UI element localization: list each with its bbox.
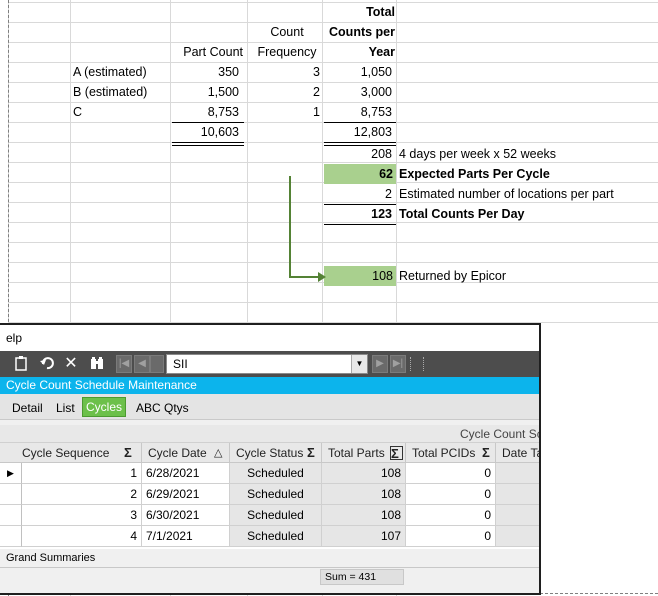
last-record-button[interactable]: ▶| xyxy=(390,355,406,373)
group-band: Cycle Count Sc xyxy=(0,425,541,443)
cell-pcids[interactable]: 0 xyxy=(406,484,496,505)
sigma-icon[interactable]: Σ xyxy=(482,446,494,460)
col-header-total-parts[interactable]: Total Parts Σ xyxy=(322,443,406,463)
menu-bar: elp xyxy=(0,325,539,351)
nav-spacer xyxy=(150,355,164,373)
cell-parts[interactable]: 108 xyxy=(322,505,406,526)
col-header-label: Cycle Date xyxy=(148,446,207,460)
sigma-icon[interactable]: Σ xyxy=(390,446,403,461)
cell-date[interactable]: 6/30/2021 xyxy=(142,505,230,526)
cell-status[interactable]: Scheduled xyxy=(230,526,322,547)
col-header-cycle-date[interactable]: Cycle Date △ xyxy=(142,443,230,463)
col-header-label: Cycle Status xyxy=(236,446,304,460)
table-row[interactable]: 4 7/1/2021 Scheduled 107 0 xyxy=(0,526,539,547)
tab-list[interactable]: List xyxy=(56,399,75,417)
row-selector-icon[interactable]: ▶ xyxy=(0,463,22,484)
row-selector[interactable] xyxy=(0,505,22,526)
cell-parts[interactable]: 108 xyxy=(322,463,406,484)
cell-seq[interactable]: 1 xyxy=(22,463,142,484)
form-title: Cycle Count Schedule Maintenance xyxy=(0,377,539,394)
col-header-label: Date Ta xyxy=(502,446,541,460)
tab-strip: Detail List Cycles ABC Qtys xyxy=(0,394,539,420)
sigma-icon[interactable]: Σ xyxy=(307,446,319,460)
menu-help[interactable]: elp xyxy=(6,331,22,345)
prev-record-button[interactable]: ◀ xyxy=(134,355,150,373)
cell-seq[interactable]: 4 xyxy=(22,526,142,547)
undo-icon[interactable] xyxy=(38,355,56,373)
col-header-label: Total PCIDs xyxy=(412,446,476,460)
clipboard-icon[interactable] xyxy=(12,355,30,373)
table-row[interactable]: 3 6/30/2021 Scheduled 108 0 xyxy=(0,505,539,526)
cell-pcids[interactable]: 0 xyxy=(406,505,496,526)
col-header-label: Total Parts xyxy=(328,446,385,460)
col-header-cycle-sequence[interactable]: Cycle Sequence Σ xyxy=(0,443,142,463)
cell-date[interactable]: 6/29/2021 xyxy=(142,484,230,505)
cell-status[interactable]: Scheduled xyxy=(230,484,322,505)
col-header-date-taken[interactable]: Date Ta xyxy=(496,443,541,463)
col-header-label: Cycle Sequence xyxy=(22,446,110,460)
divider xyxy=(0,567,539,568)
toolbar: ✕ |◀ ◀ SII ▼ ▶ ▶| xyxy=(0,351,539,377)
cell-parts[interactable]: 108 xyxy=(322,484,406,505)
cell-seq[interactable]: 3 xyxy=(22,505,142,526)
sigma-icon[interactable]: Σ xyxy=(124,446,136,460)
cell-date-taken[interactable] xyxy=(496,484,539,505)
delete-icon[interactable]: ✕ xyxy=(62,355,80,373)
cell-date[interactable]: 7/1/2021 xyxy=(142,526,230,547)
next-record-button[interactable]: ▶ xyxy=(372,355,388,373)
tab-abc-qtys[interactable]: ABC Qtys xyxy=(136,399,189,417)
sort-ascending-icon[interactable]: △ xyxy=(214,443,222,462)
binoculars-icon[interactable] xyxy=(88,355,106,373)
row-selector[interactable] xyxy=(0,484,22,505)
table-row[interactable]: ▶ 1 6/28/2021 Scheduled 108 0 xyxy=(0,463,539,484)
cycles-grid: Cycle Count Sc Cycle Sequence Σ Cycle Da… xyxy=(0,425,541,593)
search-combo[interactable]: SII ▼ xyxy=(166,354,368,374)
cell-status[interactable]: Scheduled xyxy=(230,505,322,526)
cell-seq[interactable]: 2 xyxy=(22,484,142,505)
cell-date-taken[interactable] xyxy=(496,505,539,526)
epicor-window: elp ✕ |◀ ◀ SII ▼ ▶ ▶| Cycle Count Schedu… xyxy=(0,323,541,595)
sum-total-parts: Sum = 431 xyxy=(320,569,404,585)
cell-pcids[interactable]: 0 xyxy=(406,526,496,547)
tab-cycles[interactable]: Cycles xyxy=(82,397,127,417)
cell-parts[interactable]: 107 xyxy=(322,526,406,547)
group-band-label: Cycle Count Sc xyxy=(460,427,541,441)
tab-detail[interactable]: Detail xyxy=(12,399,43,417)
first-record-button[interactable]: |◀ xyxy=(116,355,132,373)
search-value: SII xyxy=(173,357,188,371)
chevron-down-icon[interactable]: ▼ xyxy=(351,355,367,373)
grip-handle xyxy=(410,357,424,371)
table-row[interactable]: 2 6/29/2021 Scheduled 108 0 xyxy=(0,484,539,505)
cell-pcids[interactable]: 0 xyxy=(406,463,496,484)
col-header-total-pcids[interactable]: Total PCIDs Σ xyxy=(406,443,496,463)
grand-summaries: Grand Summaries Sum = 431 xyxy=(0,549,539,593)
cell-date-taken[interactable] xyxy=(496,463,539,484)
row-selector[interactable] xyxy=(0,526,22,547)
col-header-cycle-status[interactable]: Cycle Status Σ xyxy=(230,443,322,463)
cell-status[interactable]: Scheduled xyxy=(230,463,322,484)
grand-summaries-label: Grand Summaries xyxy=(6,552,96,564)
cell-date[interactable]: 6/28/2021 xyxy=(142,463,230,484)
cell-date-taken[interactable] xyxy=(496,526,539,547)
